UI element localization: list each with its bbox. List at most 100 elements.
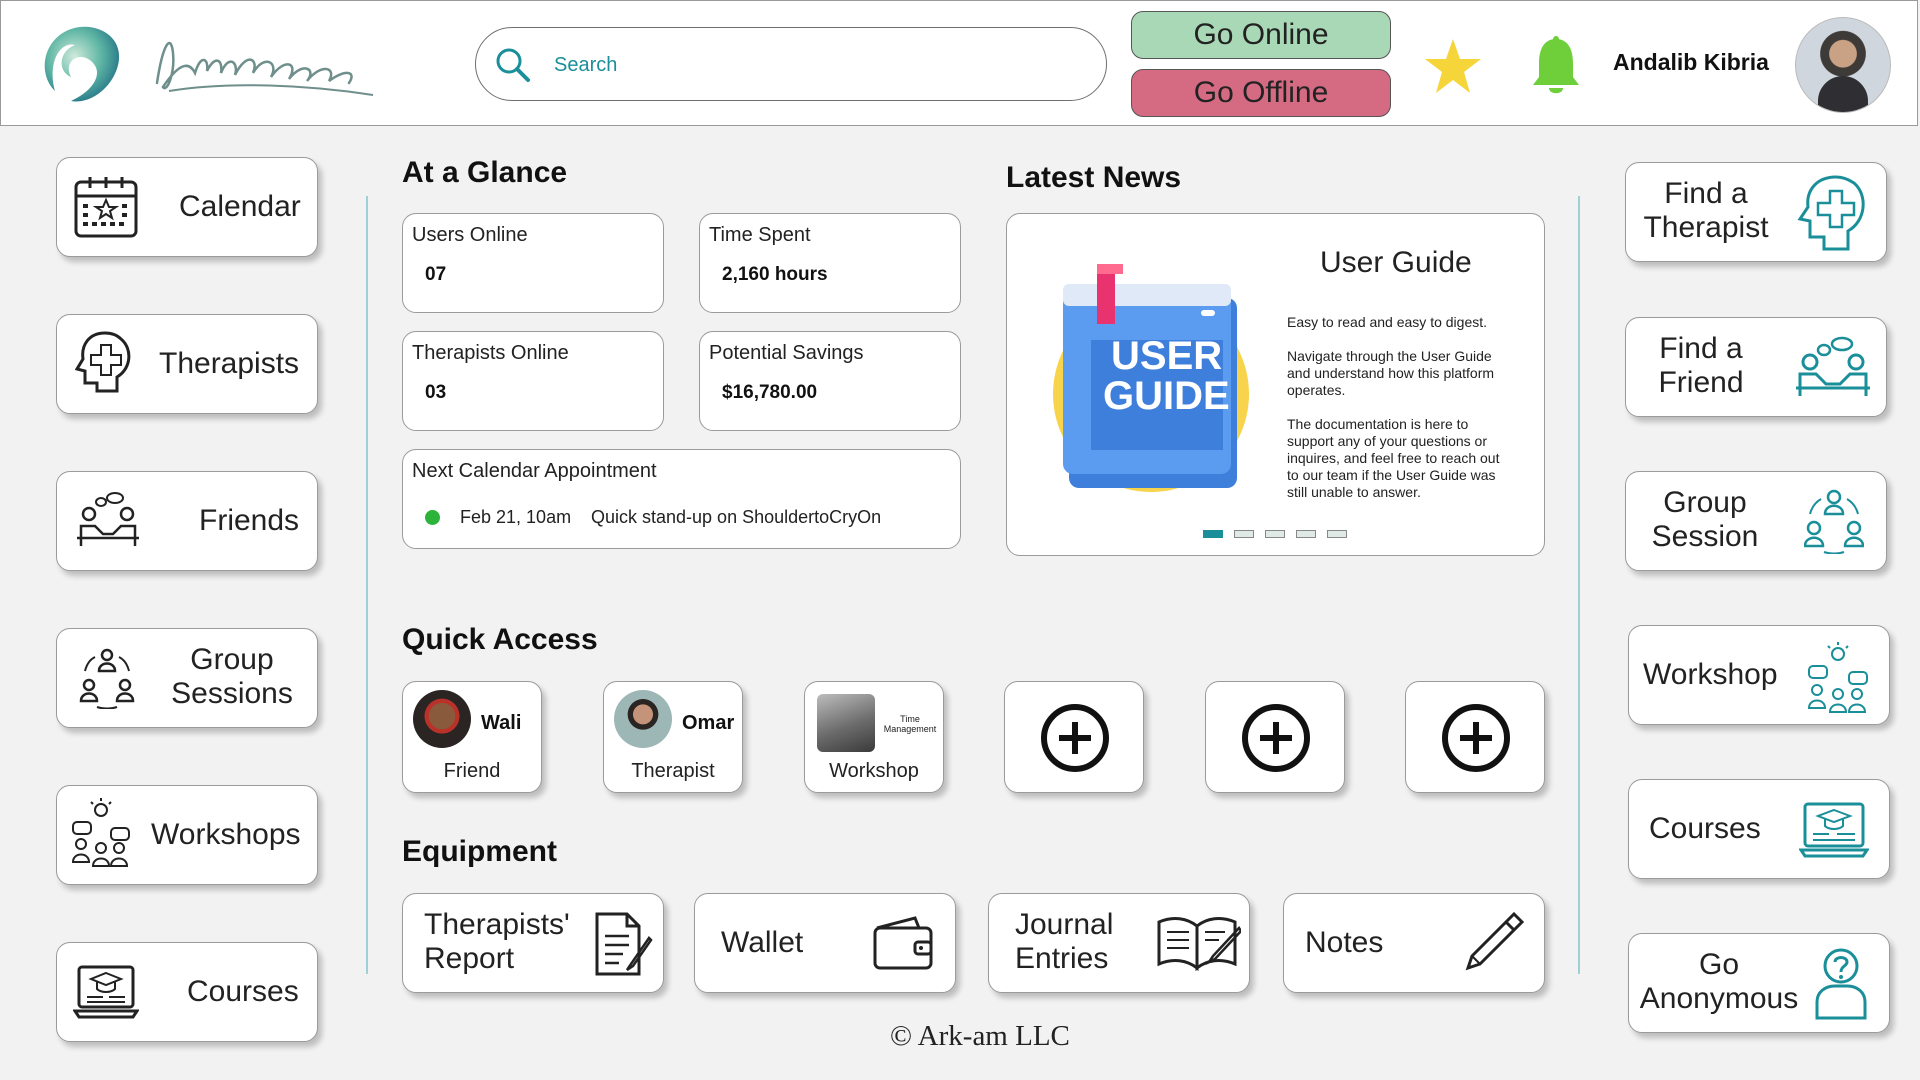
nav-therapists[interactable]: Therapists [56,314,318,414]
divider-right [1578,196,1580,974]
next-appointment-label: Next Calendar Appointment [412,460,657,482]
search-icon [496,48,530,82]
at-a-glance-title: At a Glance [402,156,568,189]
equipment-title: Equipment [402,835,557,868]
group-session-label: Group Session [1651,486,1759,553]
wali-role: Friend [443,760,501,782]
carousel-indicator-4[interactable] [1296,530,1316,538]
notes-label: Notes [1305,926,1384,959]
workshop-role: Workshop [829,760,919,782]
carousel-indicator-5[interactable] [1327,530,1347,538]
appointment-date: Feb 21, 10am [460,507,572,527]
latest-news-title: Latest News [1006,161,1182,194]
time-spent-value: 2,160 hours [722,264,828,285]
news-paragraph-3: The documentation is here to support any… [1287,416,1500,500]
pen-icon [1465,911,1525,971]
journal-icon [1157,917,1241,972]
star-icon[interactable] [1423,37,1483,95]
bell-icon[interactable] [1529,35,1583,97]
divider-left [366,196,368,974]
equipment-notes[interactable]: Notes [1283,893,1545,993]
top-bar: Go Online Go Offline Andalib Kibria [0,0,1918,126]
equipment-journal-entries[interactable]: Journal Entries [988,893,1250,993]
workshop-thumbnail-title: Time Management [883,714,937,734]
add-circle-icon [1041,704,1109,772]
omar-avatar [614,690,672,748]
nav-calendar-label: Calendar [179,190,301,223]
wali-name: Wali [481,712,522,734]
therapist-head-icon [1797,175,1865,251]
search-input[interactable] [552,46,1076,84]
journal-entries-label: Journal Entries [1015,908,1114,975]
quick-access-title: Quick Access [402,623,598,656]
equipment-therapists-report[interactable]: Therapists' Report [402,893,664,993]
quick-access-wali[interactable]: Wali Friend [402,681,542,793]
appointment-status-dot [425,510,440,525]
therapist-head-icon [75,331,131,393]
quick-access-add-slot-3[interactable] [1405,681,1545,793]
users-online-card: Users Online 07 [402,213,664,313]
user-avatar[interactable] [1795,17,1891,113]
user-name[interactable]: Andalib Kibria [1613,49,1769,76]
quick-access-omar[interactable]: Omar Therapist [603,681,743,793]
nav-friends-label: Friends [199,504,300,537]
go-anonymous-label: Go Anonymous [1639,948,1799,1015]
therapists-report-label: Therapists' Report [424,908,570,975]
courses-icon [73,965,139,1019]
nav-therapists-label: Therapists [159,347,300,380]
users-online-label: Users Online [412,224,528,246]
nav-go-anonymous[interactable]: Go Anonymous [1628,933,1890,1033]
go-online-button[interactable]: Go Online [1131,11,1391,59]
therapists-online-value: 03 [425,382,447,403]
nav-courses[interactable]: Courses [56,942,318,1042]
quick-access-workshop[interactable]: Time Management Workshop [804,681,944,793]
search-bar[interactable] [475,27,1107,101]
equipment-wallet[interactable]: Wallet [694,893,956,993]
carousel-indicator-2[interactable] [1234,530,1254,538]
group-session-icon [79,648,135,709]
nav-find-a-therapist[interactable]: Find a Therapist [1625,162,1887,262]
nav-find-a-friend[interactable]: Find a Friend [1625,317,1887,417]
app-logo-icon[interactable] [35,21,131,107]
courses-icon [1799,802,1869,858]
find-a-therapist-label: Find a Therapist [1643,177,1769,244]
potential-savings-card: Potential Savings $16,780.00 [699,331,961,431]
potential-savings-value: $16,780.00 [722,382,818,403]
news-paragraph-2: Navigate through the User Guide and unde… [1287,348,1495,398]
nav-workshop[interactable]: Workshop [1628,625,1890,725]
wallet-label: Wallet [721,926,804,959]
group-session-icon [1804,489,1864,554]
add-circle-icon [1242,704,1310,772]
book-cover-line-1: USER [1111,334,1223,378]
nav-courses-label: Courses [187,975,299,1008]
find-a-friend-label: Find a Friend [1658,332,1744,399]
go-offline-button[interactable]: Go Offline [1131,69,1391,117]
nav-group-sessions[interactable]: Group Sessions [56,628,318,728]
friends-icon [1796,336,1870,396]
anonymous-user-icon [1815,948,1867,1020]
therapists-online-label: Therapists Online [412,342,569,364]
calendar-icon [74,177,138,238]
nav-courses-right[interactable]: Courses [1628,779,1890,879]
report-icon [595,912,653,976]
workshop-icon [71,798,130,867]
wallet-icon [873,916,933,970]
nav-group-session[interactable]: Group Session [1625,471,1887,571]
nav-calendar[interactable]: Calendar [56,157,318,257]
news-carousel[interactable]: USER GUIDE User Guide Easy to read and e… [1006,213,1545,556]
next-appointment-card[interactable]: Next Calendar Appointment Feb 21, 10am Q… [402,449,961,549]
courses-right-label: Courses [1649,812,1761,845]
carousel-indicator-3[interactable] [1265,530,1285,538]
workshop-label: Workshop [1643,658,1778,691]
carousel-indicator-1[interactable] [1203,530,1223,538]
therapists-online-card: Therapists Online 03 [402,331,664,431]
friends-icon [77,492,139,546]
nav-workshops-label: Workshops [151,818,301,851]
wali-avatar [413,690,471,748]
news-paragraph-1: Easy to read and easy to digest. [1287,314,1488,330]
potential-savings-label: Potential Savings [709,342,864,364]
nav-workshops[interactable]: Workshops [56,785,318,885]
quick-access-add-slot-1[interactable] [1004,681,1144,793]
nav-friends[interactable]: Friends [56,471,318,571]
quick-access-add-slot-2[interactable] [1205,681,1345,793]
